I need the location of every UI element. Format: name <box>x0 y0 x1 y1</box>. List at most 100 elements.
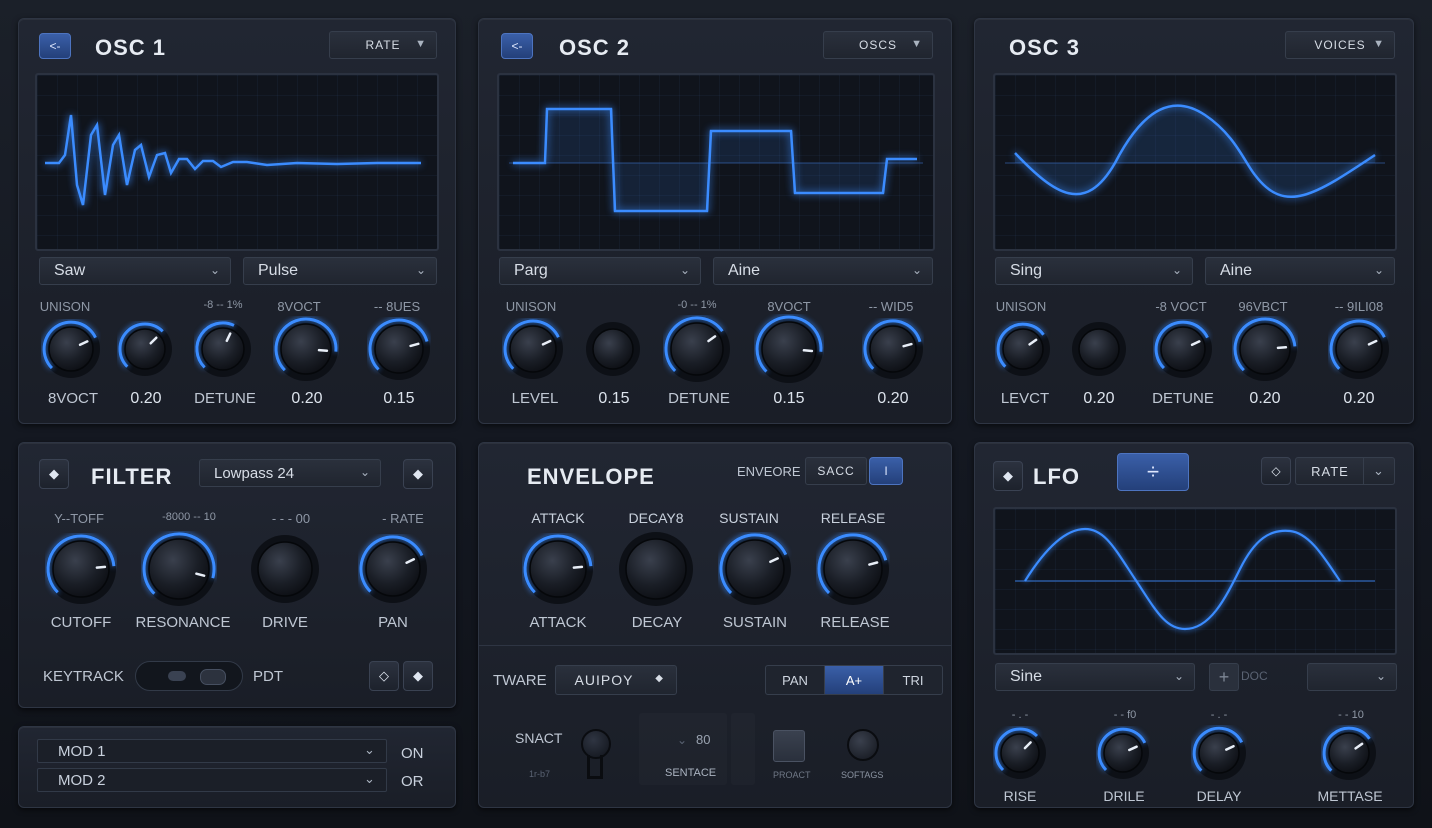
lfo-top-label-1: - . - <box>1011 709 1029 721</box>
osc3-knob-1[interactable] <box>995 321 1051 377</box>
lfo-sync-icon[interactable]: ◇ <box>1261 457 1291 485</box>
filter-enable-icon[interactable]: ◆ <box>39 459 69 489</box>
osc2-waveform-svg <box>509 107 923 213</box>
osc2-wave-a-dropdown[interactable]: Parg ⌄ <box>499 257 701 285</box>
segment-pan[interactable]: PAN <box>766 666 825 694</box>
envelope-snact-sublabel: 1r-b7 <box>529 769 551 779</box>
osc1-wave-a-dropdown[interactable]: Saw ⌄ <box>39 257 231 285</box>
osc1-knob-2[interactable] <box>117 321 173 377</box>
envelope-proact-button[interactable] <box>773 730 805 762</box>
osc3-wave-b-dropdown[interactable]: Aine ⌄ <box>1205 257 1395 285</box>
lfo-enable-icon[interactable]: ◆ <box>993 461 1023 491</box>
osc2-knob-4[interactable] <box>754 314 824 384</box>
osc1-knob-3[interactable] <box>194 320 252 378</box>
envelope-attack-knob[interactable] <box>522 533 594 605</box>
osc2-knob-5[interactable] <box>862 318 924 380</box>
lfo-panel: ◆ LFO ÷ ◇ RATE ⌄ Sine ⌄ + DOC ⌄ - . - - … <box>974 442 1414 808</box>
envelope-tware-dropdown[interactable]: AUIPOY ◆ <box>555 665 677 695</box>
osc3-knob-2-value: 0.20 <box>1083 390 1115 407</box>
lfo-wave-dropdown[interactable]: Sine ⌄ <box>995 663 1195 691</box>
lfo-doc-button[interactable]: DOC <box>1241 669 1268 683</box>
osc3-top-label-1: UNISON <box>995 299 1047 314</box>
osc2-wave-b-dropdown[interactable]: Aine ⌄ <box>713 257 933 285</box>
chevron-down-icon: ⌄ <box>911 263 922 277</box>
filter-resonance-knob[interactable] <box>141 531 217 607</box>
envelope-panel-slot <box>731 713 755 785</box>
osc2-header-dropdown[interactable]: OSCS ▼ <box>823 31 933 59</box>
osc3-panel: OSC 3 VOICES ▼ Sing ⌄ Aine ⌄ UNISON -8 V… <box>974 18 1414 424</box>
filter-type-dropdown[interactable]: Lowpass 24 ⌄ <box>199 459 381 487</box>
osc1-knob-3-label: DETUNE <box>194 390 256 407</box>
envelope-value-80: 80 <box>696 732 711 747</box>
osc3-knob-2[interactable] <box>1071 321 1127 377</box>
osc2-knob-3[interactable] <box>663 315 731 383</box>
filter-pan-knob[interactable] <box>358 534 428 604</box>
osc2-knob-1[interactable] <box>502 318 564 380</box>
osc2-knob-2[interactable] <box>585 321 641 377</box>
envelope-release-label: RELEASE <box>820 614 890 631</box>
osc3-header-dropdown[interactable]: VOICES ▼ <box>1285 31 1395 59</box>
osc1-knob-5-value: 0.15 <box>383 390 415 407</box>
chevron-down-icon: ⌄ <box>359 465 370 479</box>
envelope-mode-button[interactable]: I <box>869 457 903 485</box>
filter-top-label-4: - RATE <box>382 511 424 526</box>
osc1-header-dropdown[interactable]: RATE ▼ <box>329 31 437 59</box>
envelope-decay-knob[interactable] <box>618 531 694 607</box>
envelope-snact-stem <box>587 755 603 779</box>
lfo-delay-knob[interactable] <box>1191 725 1247 781</box>
filter-diamond-icon[interactable]: ◆ <box>403 661 433 691</box>
envelope-softags-knob[interactable] <box>847 729 879 761</box>
lfo-divide-icon[interactable]: ÷ <box>1117 453 1189 491</box>
osc1-knob-5[interactable] <box>367 317 431 381</box>
chevron-down-icon: ⌄ <box>1173 669 1184 683</box>
lfo-mettase-knob[interactable] <box>1321 725 1377 781</box>
osc3-knob-5[interactable] <box>1328 318 1390 380</box>
osc1-knob-1[interactable] <box>41 319 101 379</box>
lfo-title: LFO <box>1033 464 1080 489</box>
osc3-wave-a-dropdown[interactable]: Sing ⌄ <box>995 257 1193 285</box>
chevron-down-icon: ⌄ <box>1375 669 1386 683</box>
lfo-target-dropdown[interactable]: ⌄ <box>1307 663 1397 691</box>
segment-a-plus[interactable]: A+ <box>825 666 884 694</box>
filter-diamond-outline-icon[interactable]: ◇ <box>369 661 399 691</box>
envelope-panel: ENVELOPE ENVEORE SACC I ATTACK DECAY8 SU… <box>478 442 952 808</box>
chevron-down-icon: ▼ <box>911 38 923 50</box>
osc3-top-label-5: -- 9ILI08 <box>1334 299 1384 314</box>
filter-top-label-1: Y--TOFF <box>54 511 104 526</box>
osc3-knob-4-value: 0.20 <box>1249 390 1281 407</box>
osc1-wave-b-dropdown[interactable]: Pulse ⌄ <box>243 257 437 285</box>
filter-drive-knob[interactable] <box>250 534 320 604</box>
envelope-decay-label: DECAY <box>631 614 683 631</box>
lfo-plus-icon[interactable]: + <box>1209 663 1239 691</box>
mod1-state[interactable]: ON <box>401 745 424 762</box>
envelope-proact-label: PROACT <box>773 770 811 780</box>
mod2-state[interactable]: OR <box>401 773 424 790</box>
filter-top-label-2: -8000 -- 10 <box>162 511 216 523</box>
chevron-down-icon: ⌄ <box>364 742 375 757</box>
envelope-tware-label: TWARE <box>493 672 547 689</box>
segment-tri[interactable]: TRI <box>884 666 942 694</box>
lfo-top-label-4: - - 10 <box>1338 709 1364 721</box>
filter-keytrack-toggle[interactable] <box>135 661 243 691</box>
envelope-release-knob[interactable] <box>816 532 890 606</box>
filter-pdt-label: PDT <box>253 668 283 685</box>
osc2-knob-5-value: 0.20 <box>877 390 909 407</box>
osc3-knob-4[interactable] <box>1232 316 1298 382</box>
envelope-mode-dropdown[interactable]: SACC <box>805 457 867 485</box>
mod1-row[interactable]: MOD 1 ⌄ <box>37 739 387 763</box>
osc1-back-icon[interactable]: <- <box>39 33 71 59</box>
osc2-header-dropdown-label: OSCS <box>858 38 897 52</box>
osc2-back-icon[interactable]: <- <box>501 33 533 59</box>
filter-cutoff-knob[interactable] <box>45 533 117 605</box>
envelope-softags-label: SOFTAGS <box>841 770 884 780</box>
lfo-drile-knob[interactable] <box>1096 726 1150 780</box>
mod2-row[interactable]: MOD 2 ⌄ <box>37 768 387 792</box>
filter-options-icon[interactable]: ◆ <box>403 459 433 489</box>
osc1-knob-4[interactable] <box>273 316 339 382</box>
osc3-top-label-3: -8 VOCT <box>1155 299 1207 314</box>
osc1-wave-a-value: Saw <box>54 262 86 279</box>
osc3-knob-3[interactable] <box>1153 319 1213 379</box>
envelope-sustain-knob[interactable] <box>718 532 792 606</box>
lfo-rate-dropdown[interactable]: RATE ⌄ <box>1295 457 1395 485</box>
lfo-rise-knob[interactable] <box>993 726 1047 780</box>
